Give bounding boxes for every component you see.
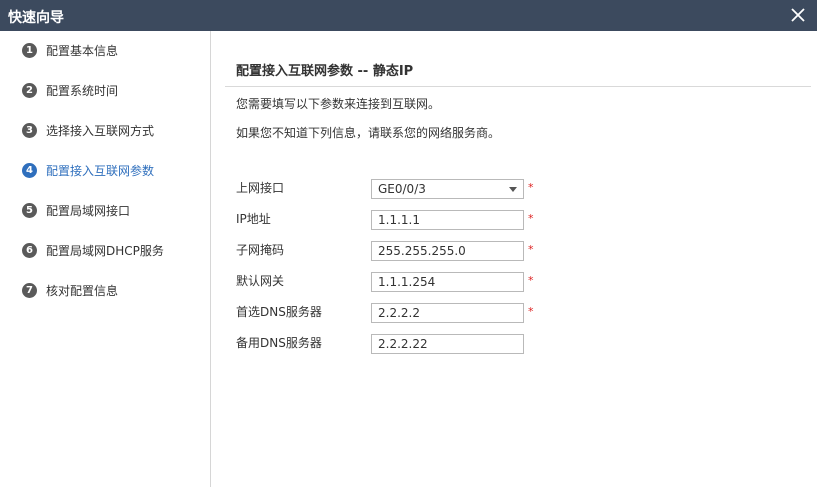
step-label: 配置局域网DHCP服务 [46,243,164,258]
main-panel: 配置接入互联网参数 -- 静态IP 您需要填写以下参数来连接到互联网。 如果您不… [211,31,817,487]
step-lan-interface[interactable]: 5 配置局域网接口 [22,200,130,220]
page-title: 配置接入互联网参数 -- 静态IP [236,64,414,79]
primary-dns-label: 首选DNS服务器 [236,305,322,319]
description-text: 您需要填写以下参数来连接到互联网。 [236,97,441,111]
description-text: 如果您不知道下列信息，请联系您的网络服务商。 [236,126,501,140]
step-number: 7 [22,282,37,298]
step-label: 配置接入互联网参数 [46,163,155,178]
step-number: 2 [22,82,37,98]
quick-wizard-dialog: 快速向导 1 配置基本信息 2 配置系统时间 3 选择接入互联网方式 4 配置接… [0,0,817,487]
step-internet-params[interactable]: 4 配置接入互联网参数 [22,160,154,180]
divider [225,86,811,87]
interface-label: 上网接口 [236,181,285,195]
ip-address-input[interactable]: 1.1.1.1 [371,210,524,230]
gateway-label: 默认网关 [236,274,285,288]
primary-dns-input[interactable]: 2.2.2.2 [371,303,524,323]
step-number: 6 [22,242,37,258]
title-bar[interactable]: 快速向导 [0,0,817,31]
subnet-mask-input[interactable]: 255.255.255.0 [371,241,524,261]
secondary-dns-label: 备用DNS服务器 [236,336,322,350]
step-number: 1 [22,42,37,58]
step-label: 配置系统时间 [46,83,119,98]
required-marker: * [528,305,534,318]
step-number: 4 [22,162,37,178]
interface-select[interactable]: GE0/0/3 [371,179,524,199]
step-label: 选择接入互联网方式 [46,123,155,138]
required-marker: * [528,274,534,287]
required-marker: * [528,243,534,256]
chevron-down-icon[interactable] [509,187,517,192]
step-label: 核对配置信息 [46,283,119,298]
wizard-steps-sidebar: 1 配置基本信息 2 配置系统时间 3 选择接入互联网方式 4 配置接入互联网参… [0,31,211,487]
step-label: 配置基本信息 [46,43,119,58]
window-title: 快速向导 [8,10,64,26]
default-gateway-input[interactable]: 1.1.1.254 [371,272,524,292]
secondary-dns-input[interactable]: 2.2.2.22 [371,334,524,354]
step-number: 5 [22,202,37,218]
step-review-config[interactable]: 7 核对配置信息 [22,280,118,300]
required-marker: * [528,181,534,194]
close-icon[interactable] [789,6,807,24]
step-basic-info[interactable]: 1 配置基本信息 [22,40,118,60]
step-lan-dhcp[interactable]: 6 配置局域网DHCP服务 [22,240,164,260]
interface-selected-value: GE0/0/3 [378,182,426,196]
step-label: 配置局域网接口 [46,203,131,218]
step-number: 3 [22,122,37,138]
required-marker: * [528,212,534,225]
mask-label: 子网掩码 [236,243,285,257]
step-system-time[interactable]: 2 配置系统时间 [22,80,118,100]
ip-label: IP地址 [236,212,271,226]
step-internet-access-mode[interactable]: 3 选择接入互联网方式 [22,120,154,140]
